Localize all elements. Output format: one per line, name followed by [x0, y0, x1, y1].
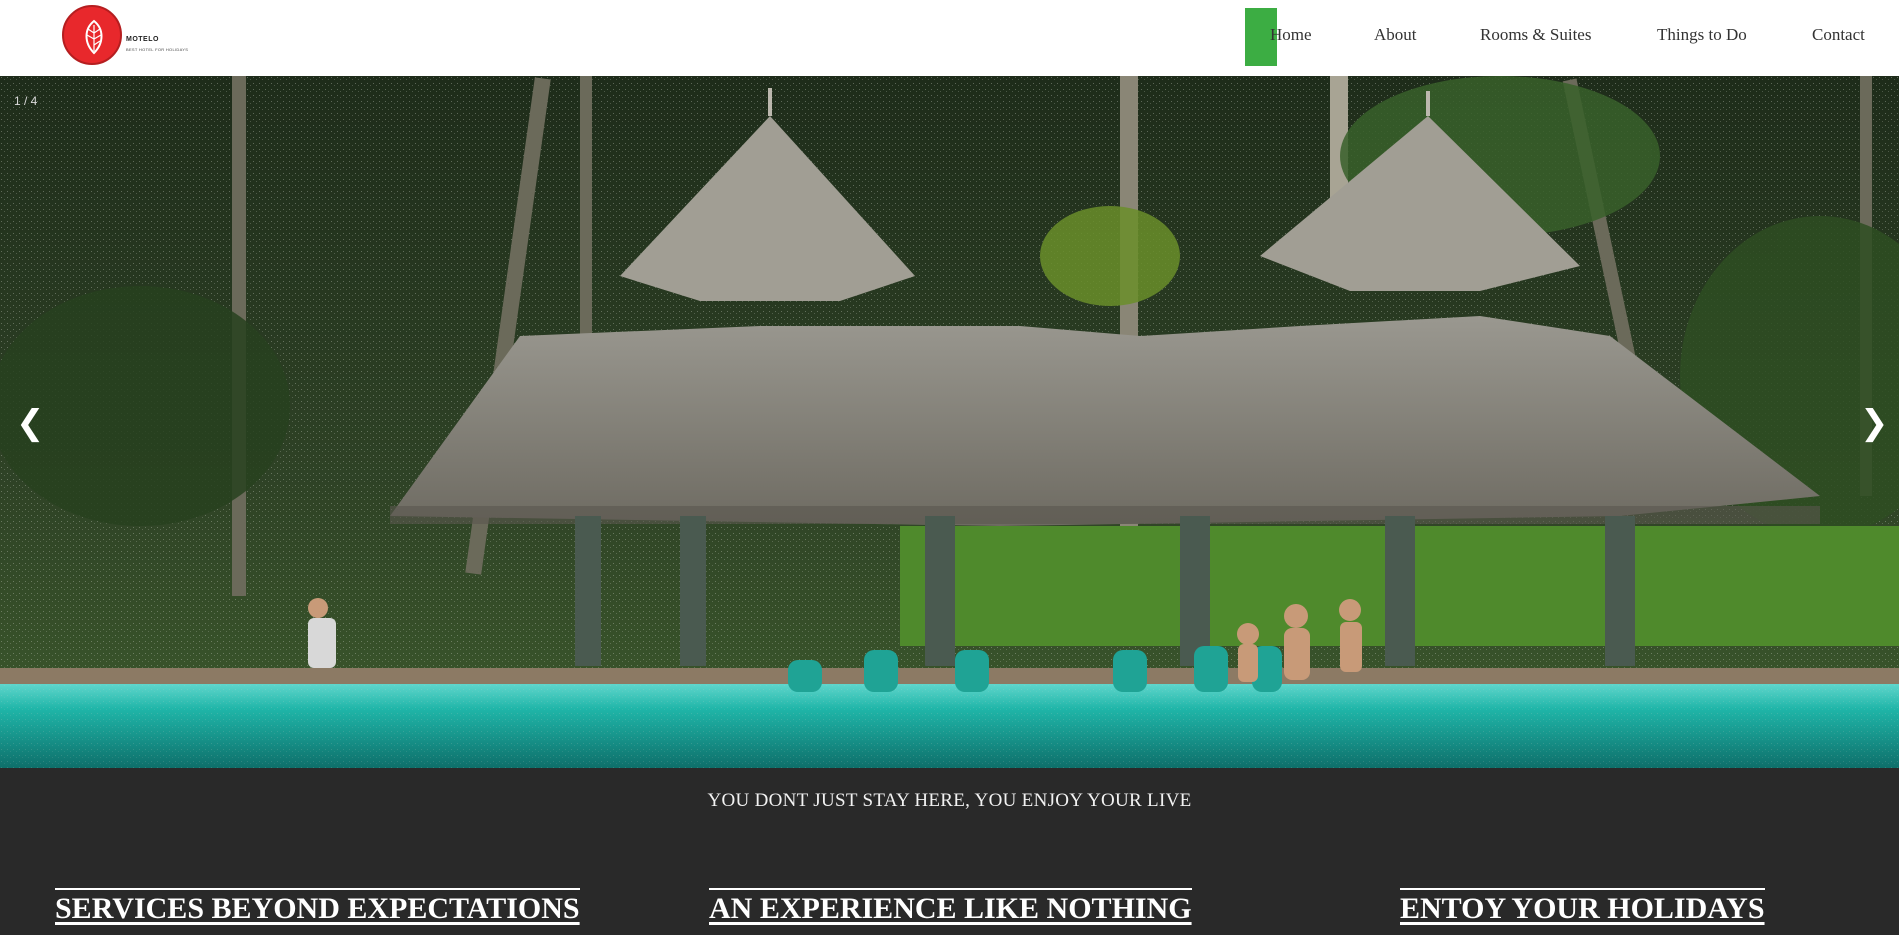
nav-item-rooms-suites[interactable]: Rooms & Suites: [1480, 25, 1591, 45]
feature-heading-services[interactable]: SERVICES BEYOND EXPECTATIONS: [55, 888, 580, 926]
hero-slider: 1 / 4 ❮ ❯: [0, 76, 1899, 768]
tagline-band: YOU DONT JUST STAY HERE, YOU ENJOY YOUR …: [0, 768, 1899, 935]
main-nav: Home About Rooms & Suites Things to Do C…: [0, 0, 1899, 76]
slide-counter: 1 / 4: [14, 94, 38, 108]
nav-item-contact[interactable]: Contact: [1812, 25, 1865, 45]
nav-item-about[interactable]: About: [1374, 25, 1417, 45]
feature-heading-experience[interactable]: AN EXPERIENCE LIKE NOTHING: [709, 888, 1192, 926]
prev-slide-button[interactable]: ❮: [16, 406, 45, 440]
site-header: MOTELO BEST HOTEL FOR HOLIDAYS Home Abou…: [0, 0, 1899, 76]
hero-image: [0, 76, 1899, 768]
nav-item-home[interactable]: Home: [1270, 25, 1312, 45]
tagline-text: YOU DONT JUST STAY HERE, YOU ENJOY YOUR …: [707, 790, 1192, 811]
feature-heading-holidays[interactable]: ENTOY YOUR HOLIDAYS: [1400, 888, 1765, 926]
next-slide-button[interactable]: ❯: [1860, 406, 1889, 440]
nav-item-things-to-do[interactable]: Things to Do: [1657, 25, 1747, 45]
